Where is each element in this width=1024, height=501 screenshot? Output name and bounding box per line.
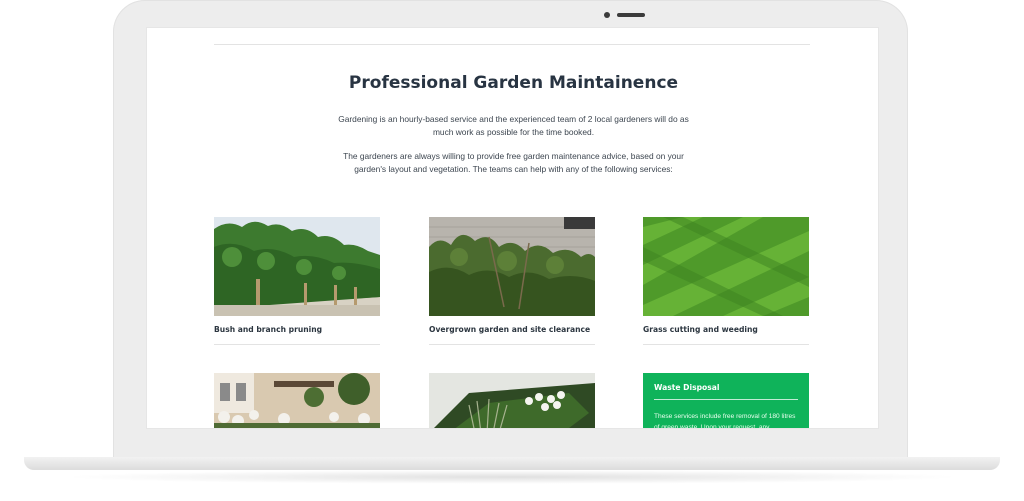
divider [643,344,809,345]
service-label[interactable]: Grass cutting and weeding [643,325,809,337]
webcam-icon [604,12,610,18]
waste-disposal-card[interactable]: Waste Disposal These services include fr… [643,373,809,429]
intro-paragraph-2: The gardeners are always willing to prov… [343,151,684,174]
laptop-screen: Professional Garden Maintainence Gardeni… [146,27,879,429]
speaker-grille [617,13,645,17]
laptop-shadow [60,470,964,484]
service-card-pruning[interactable]: Bush and branch pruning [214,217,380,345]
divider [214,344,380,345]
service-card-clearance[interactable]: Overgrown garden and site clearance [429,217,595,345]
service-label[interactable]: Bush and branch pruning [214,325,380,337]
service-card-grass[interactable]: Grass cutting and weeding [643,217,809,345]
garden-patio-photo[interactable] [214,373,380,428]
divider [214,44,810,45]
planted-bed-photo[interactable] [429,373,595,428]
overgrown-wall-photo[interactable] [429,217,595,316]
waste-card-text: These services include free removal of 1… [654,413,796,429]
page-title: Professional Garden Maintainence [348,73,679,93]
divider [654,399,798,400]
service-card-patio[interactable] [214,373,380,428]
service-label[interactable]: Overgrown garden and site clearance [429,325,595,337]
divider [429,344,595,345]
hedge-photo[interactable] [214,217,380,316]
laptop-base [24,457,1000,470]
waste-card-title: Waste Disposal [654,383,720,392]
intro-paragraph: Gardening is an hourly-based service and… [338,114,689,137]
striped-lawn-photo[interactable] [643,217,809,316]
service-card-planting[interactable] [429,373,595,428]
